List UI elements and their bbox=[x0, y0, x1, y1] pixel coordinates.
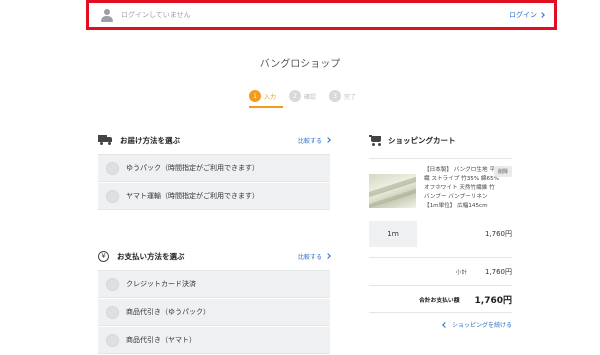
cart-header: ショッピングカート bbox=[369, 132, 512, 148]
payment-option-cod-yamato[interactable]: 商品代引き（ヤマト） bbox=[98, 327, 330, 354]
option-label: 商品代引き（ヤマト） bbox=[126, 336, 196, 344]
truck-icon bbox=[98, 135, 112, 145]
user-icon bbox=[101, 8, 113, 22]
subtotal-value: 1,760円 bbox=[484, 267, 512, 276]
step-label: 確認 bbox=[304, 93, 317, 101]
radio-button[interactable] bbox=[106, 189, 119, 203]
payment-options: クレジットカード決済 商品代引き（ゆうパック） 商品代引き（ヤマト） bbox=[98, 270, 330, 354]
option-label: ヤマト運輸（時間指定がご利用できます） bbox=[126, 192, 259, 200]
delivery-section: お届け方法を選ぶ 比較する ゆうパック（時間指定がご利用できます） ヤマト運輸（… bbox=[98, 132, 331, 211]
page-title: バングロショップ bbox=[259, 59, 341, 70]
login-status-text: ログインしていません bbox=[121, 11, 191, 19]
continue-shopping-label[interactable]: ショッピングを続ける bbox=[452, 320, 512, 329]
radio-button[interactable] bbox=[106, 277, 119, 291]
delivery-options: ゆうパック（時間指定がご利用できます） ヤマト運輸（時間指定がご利用できます） bbox=[98, 154, 330, 210]
yen-icon: ¥ bbox=[98, 250, 109, 262]
compare-label[interactable]: 比較する bbox=[298, 252, 322, 261]
radio-button[interactable] bbox=[106, 161, 119, 175]
delivery-compare-link[interactable]: 比較する bbox=[298, 136, 331, 145]
payment-compare-link[interactable]: 比較する bbox=[298, 252, 331, 261]
option-label: 商品代引き（ゆうパック） bbox=[126, 308, 210, 316]
payment-option-credit-card[interactable]: クレジットカード決済 bbox=[98, 271, 330, 298]
option-label: ゆうパック（時間指定がご利用できます） bbox=[126, 164, 259, 172]
delivery-option-yupack[interactable]: ゆうパック（時間指定がご利用できます） bbox=[98, 155, 330, 182]
chevron-right-icon bbox=[325, 137, 331, 143]
step-label: 入力 bbox=[264, 93, 277, 101]
step-confirm: 2 確認 bbox=[289, 90, 316, 102]
chevron-right-icon bbox=[325, 253, 331, 259]
radio-button[interactable] bbox=[106, 333, 119, 347]
chevron-left-icon bbox=[442, 321, 448, 328]
step-number: 2 bbox=[289, 90, 302, 102]
step-label: 完了 bbox=[344, 93, 357, 101]
delivery-title: お届け方法を選ぶ bbox=[120, 135, 180, 145]
cart-icon bbox=[369, 134, 381, 146]
step-number: 1 bbox=[249, 90, 261, 102]
product-thumbnail[interactable] bbox=[369, 174, 416, 208]
quantity-field[interactable]: 1ｍ bbox=[369, 221, 417, 247]
step-complete: 3 完了 bbox=[329, 90, 356, 102]
delete-button[interactable]: 削除 bbox=[493, 166, 512, 177]
option-label: クレジットカード決済 bbox=[126, 280, 196, 288]
login-status-bar: ログインしていません ログイン bbox=[86, 0, 557, 30]
payment-header: ¥ お支払い方法を選ぶ 比較する bbox=[98, 248, 331, 264]
payment-section: ¥ お支払い方法を選ぶ 比較する クレジットカード決済 商品代引き（ゆうパック）… bbox=[98, 248, 331, 355]
product-name[interactable]: 【日本製】 バングロ生地 平織 ストライプ 竹35% 綿65% オフホワイト 天… bbox=[424, 166, 500, 211]
quantity-row: 1ｍ 1,760円 bbox=[369, 221, 512, 247]
checkout-steps: 1 入力 2 確認 3 完了 bbox=[249, 90, 369, 102]
delivery-option-yamato[interactable]: ヤマト運輸（時間指定がご利用できます） bbox=[98, 183, 330, 210]
cart-item: 【日本製】 バングロ生地 平織 ストライプ 竹35% 綿65% オフホワイト 天… bbox=[369, 158, 512, 211]
subtotal-row: 小計 1,760円 bbox=[369, 257, 512, 285]
shopping-cart: ショッピングカート 【日本製】 バングロ生地 平織 ストライプ 竹35% 綿65… bbox=[369, 132, 512, 336]
delivery-header: お届け方法を選ぶ 比較する bbox=[98, 132, 331, 148]
payment-title: お支払い方法を選ぶ bbox=[117, 251, 185, 261]
payment-option-cod-yupack[interactable]: 商品代引き（ゆうパック） bbox=[98, 299, 330, 326]
login-link-label[interactable]: ログイン bbox=[509, 10, 537, 20]
active-step-indicator bbox=[249, 106, 283, 108]
continue-shopping-link[interactable]: ショッピングを続ける bbox=[369, 312, 512, 336]
chevron-right-icon bbox=[539, 12, 545, 18]
radio-button[interactable] bbox=[106, 305, 119, 319]
step-number: 3 bbox=[329, 90, 342, 102]
line-price: 1,760円 bbox=[484, 230, 512, 238]
subtotal-label: 小計 bbox=[455, 269, 467, 276]
total-row: 合計お支払い額 1,760円 bbox=[369, 285, 512, 312]
total-value: 1,760円 bbox=[474, 295, 512, 306]
cart-title: ショッピングカート bbox=[388, 135, 456, 145]
total-label: 合計お支払い額 bbox=[418, 297, 460, 304]
compare-label[interactable]: 比較する bbox=[298, 136, 322, 145]
step-input: 1 入力 bbox=[249, 90, 276, 102]
login-link[interactable]: ログイン bbox=[509, 10, 545, 20]
